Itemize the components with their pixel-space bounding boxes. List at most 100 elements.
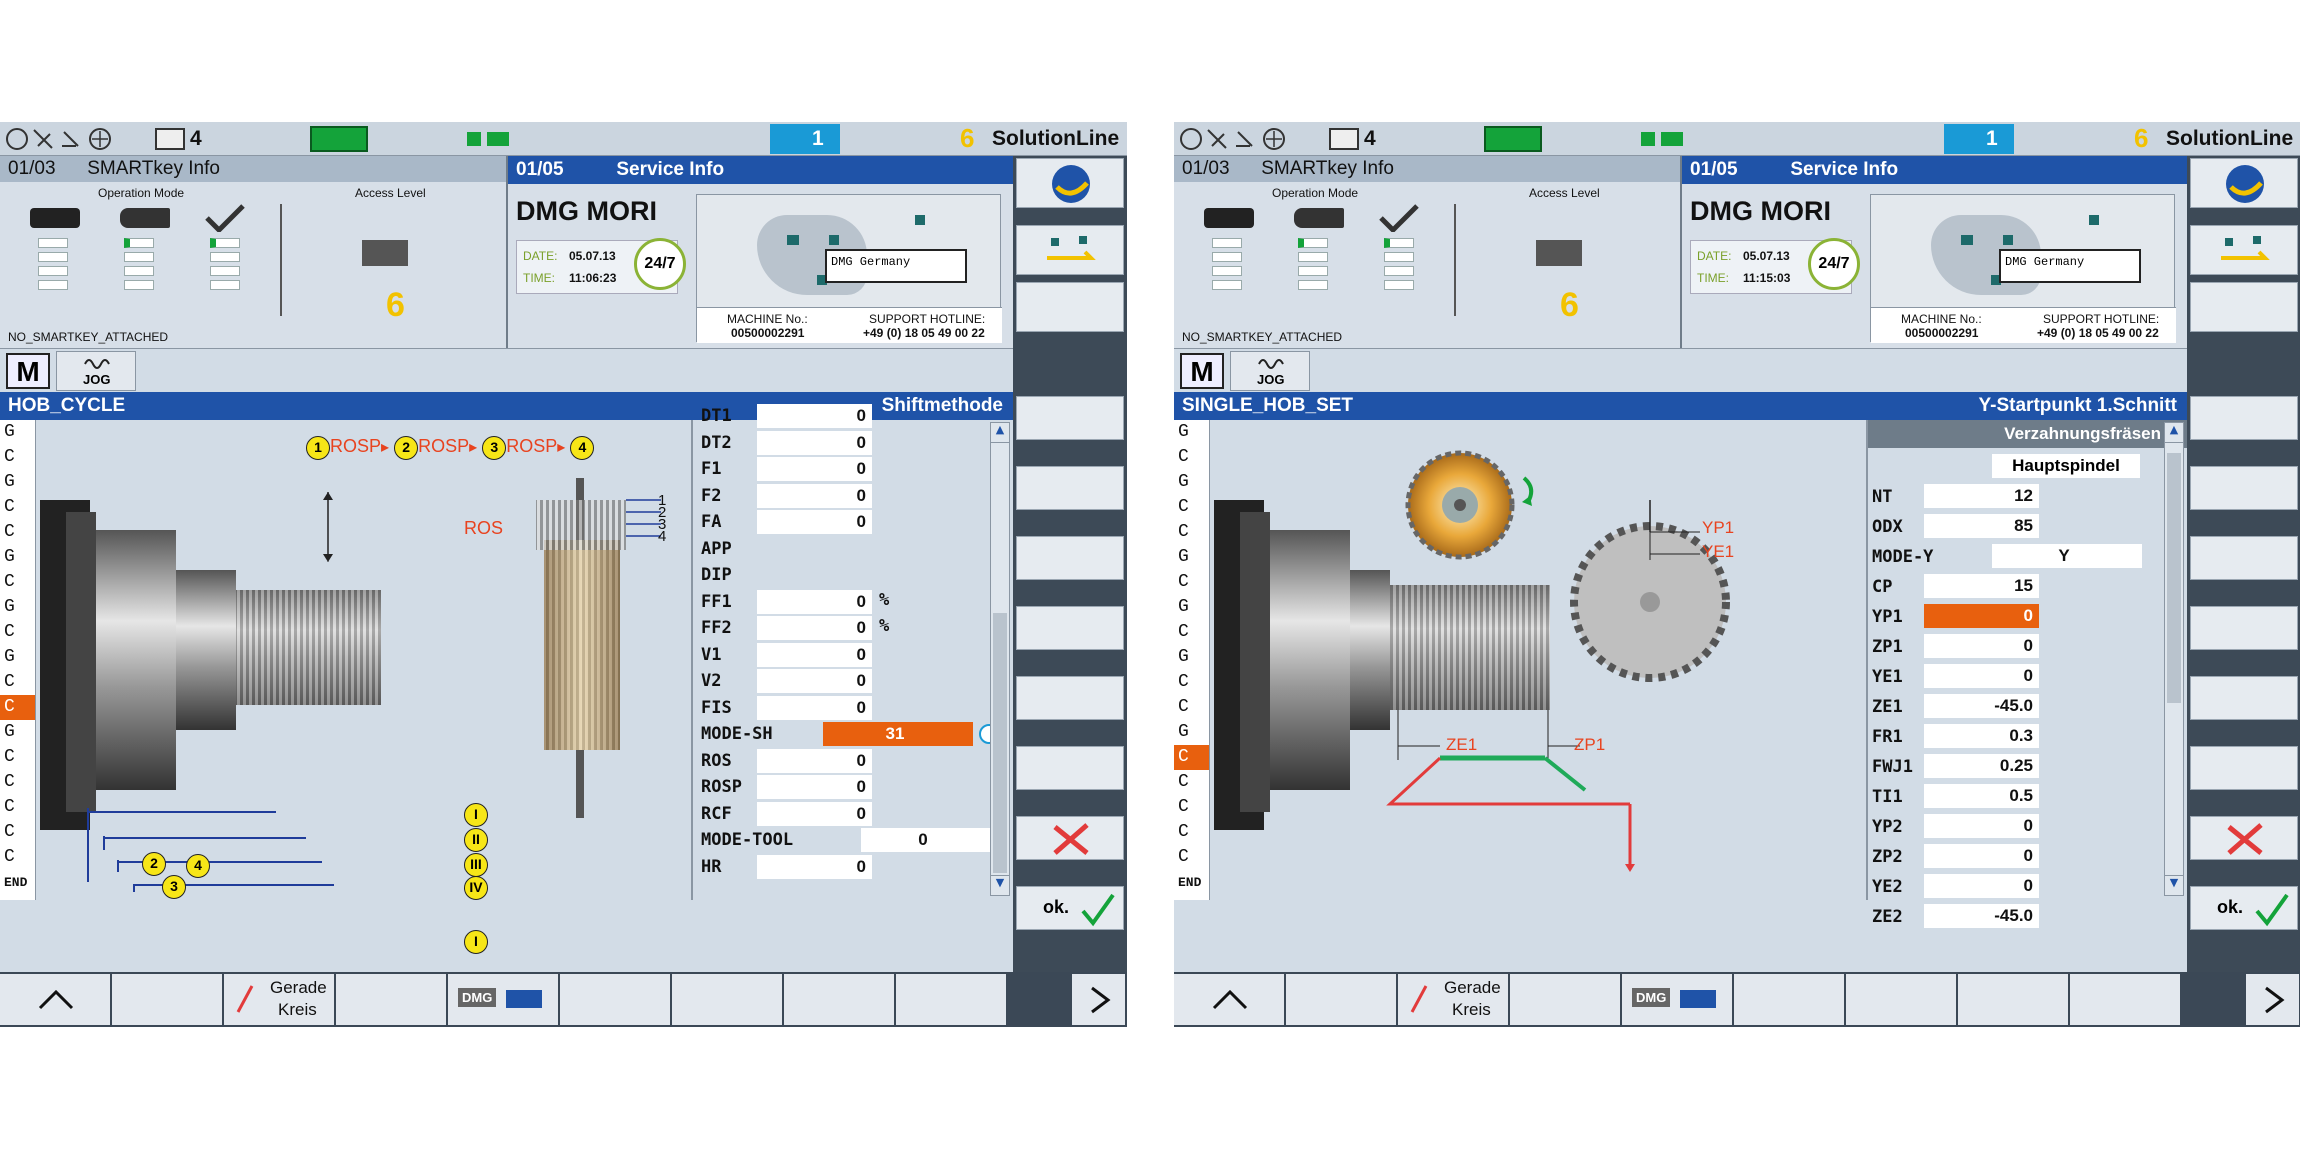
gcode-item[interactable]: C (0, 770, 35, 795)
param-field[interactable]: 12 (1924, 484, 2039, 508)
gcode-item[interactable]: C (0, 520, 35, 545)
next-button[interactable] (1072, 974, 1127, 1025)
param-field[interactable]: -45.0 (1924, 694, 2039, 718)
param-field[interactable]: 0 (757, 430, 872, 455)
europe-map[interactable]: DMG Germany MACHINE No.: 00500002291 SUP… (696, 194, 1002, 343)
gcode-item[interactable]: G (0, 545, 35, 570)
vsoftkey-1[interactable] (1016, 396, 1124, 440)
gcode-item[interactable]: C (1174, 670, 1209, 695)
bsoftkey-2[interactable] (112, 974, 224, 1025)
param-field[interactable]: 0 (757, 669, 872, 693)
bsoftkey-6[interactable] (1734, 974, 1846, 1025)
machine-mode-icon[interactable]: M (6, 353, 50, 389)
param-field[interactable]: 0 (757, 695, 872, 720)
param-field[interactable]: 0 (757, 457, 872, 481)
param-field[interactable]: 0 (1924, 814, 2039, 838)
gcode-item[interactable]: C (0, 845, 35, 870)
gcode-item[interactable]: C (1174, 695, 1209, 720)
globe-softkey[interactable] (1016, 158, 1124, 208)
vsoftkey-5[interactable] (2190, 676, 2298, 720)
param-field[interactable]: 0 (757, 616, 872, 640)
gcode-item[interactable]: G (0, 470, 35, 495)
gcode-item[interactable]: C (0, 495, 35, 520)
gcode-item[interactable]: C (1174, 495, 1209, 520)
up-button[interactable] (1174, 974, 1286, 1025)
europe-map[interactable]: DMG Germany MACHINE No.: 00500002291 SUP… (1870, 194, 2176, 343)
param-field[interactable]: 0 (861, 828, 991, 852)
param-field[interactable]: 0 (757, 801, 872, 826)
gcode-item[interactable]: C (1174, 845, 1209, 870)
jog-mode-button[interactable]: JOG (56, 351, 136, 391)
dmg-button[interactable]: DMG (1622, 974, 1734, 1025)
gcode-item[interactable]: C (1174, 770, 1209, 795)
scroll-thumb[interactable] (2167, 453, 2181, 703)
gcode-item[interactable]: C (0, 670, 35, 695)
param-field[interactable]: 0.5 (1924, 784, 2039, 808)
bsoftkey-8[interactable] (1958, 974, 2070, 1025)
next-button[interactable] (2246, 974, 2300, 1025)
scroll-up-icon[interactable]: ▲ (2165, 423, 2183, 443)
param-field[interactable]: 0 (757, 854, 872, 879)
gcode-list[interactable]: G C G C C G C G C G C C G C C C C C END (0, 420, 36, 900)
param-field[interactable]: 31 (823, 722, 973, 746)
gcode-item[interactable]: END (0, 870, 35, 895)
vsoftkey-6[interactable] (1016, 746, 1124, 790)
gcode-item[interactable]: C (0, 570, 35, 595)
machine-mode-icon[interactable]: M (1180, 353, 1224, 389)
bsoftkey-7[interactable] (672, 974, 784, 1025)
globe-softkey[interactable] (2190, 158, 2298, 208)
scroll-down-icon[interactable]: ▼ (2165, 875, 2183, 895)
param-field[interactable]: 15 (1924, 574, 2039, 598)
param-field[interactable]: 0.3 (1924, 724, 2039, 748)
param-field[interactable]: 0 (757, 404, 872, 428)
map-softkey[interactable] (1016, 225, 1124, 275)
gcode-item[interactable]: C (1174, 795, 1209, 820)
bsoftkey-4[interactable] (336, 974, 448, 1025)
param-field[interactable]: 85 (1924, 514, 2039, 538)
gcode-item[interactable]: G (0, 420, 35, 445)
spindle-field[interactable]: Hauptspindel (1992, 454, 2140, 478)
gcode-item[interactable]: C (1174, 745, 1209, 770)
gcode-item[interactable]: C (1174, 820, 1209, 845)
gcode-item[interactable]: G (1174, 595, 1209, 620)
ok-button[interactable]: ok. (2190, 886, 2298, 930)
vsoftkey-1[interactable] (2190, 396, 2298, 440)
vsoftkey-3[interactable] (2190, 536, 2298, 580)
gcode-item[interactable]: C (0, 695, 35, 720)
param-field[interactable]: 0 (757, 642, 872, 667)
gcode-item[interactable]: C (1174, 520, 1209, 545)
vsoftkey-5[interactable] (1016, 676, 1124, 720)
line-circle-button[interactable]: Gerade Kreis (1398, 974, 1510, 1025)
scroll-thumb[interactable] (993, 613, 1007, 873)
bsoftkey-7[interactable] (1846, 974, 1958, 1025)
jog-mode-button[interactable]: JOG (1230, 351, 1310, 391)
gcode-item[interactable]: G (1174, 545, 1209, 570)
param-field[interactable]: 0 (757, 589, 872, 614)
gcode-item[interactable]: C (1174, 570, 1209, 595)
gcode-list[interactable]: G C G C C G C G C G C C G C C C C C END (1174, 420, 1210, 900)
gcode-item[interactable]: C (1174, 445, 1209, 470)
param-field[interactable]: -45.0 (1924, 904, 2039, 928)
ok-button[interactable]: ok. (1016, 886, 1124, 930)
up-button[interactable] (0, 974, 112, 1025)
dmg-button[interactable]: DMG (448, 974, 560, 1025)
bsoftkey-2[interactable] (1286, 974, 1398, 1025)
bsoftkey-9[interactable] (2070, 974, 2182, 1025)
bsoftkey-6[interactable] (560, 974, 672, 1025)
param-scrollbar[interactable]: ▲ ▼ (990, 422, 1010, 896)
param-field[interactable]: 0 (1924, 634, 2039, 658)
vsoftkey-3[interactable] (1016, 536, 1124, 580)
cancel-button[interactable] (2190, 816, 2298, 860)
param-field[interactable]: 0 (757, 748, 872, 773)
vsoftkey-2[interactable] (2190, 466, 2298, 510)
param-field[interactable]: 0.25 (1924, 754, 2039, 778)
gcode-item[interactable]: C (1174, 620, 1209, 645)
softkey-3[interactable] (2190, 282, 2298, 332)
param-field[interactable]: 0 (1924, 604, 2039, 628)
cancel-button[interactable] (1016, 816, 1124, 860)
gcode-item[interactable]: G (1174, 470, 1209, 495)
vsoftkey-2[interactable] (1016, 466, 1124, 510)
gcode-item[interactable]: G (1174, 420, 1209, 445)
vsoftkey-4[interactable] (1016, 606, 1124, 650)
gcode-item[interactable]: C (0, 620, 35, 645)
